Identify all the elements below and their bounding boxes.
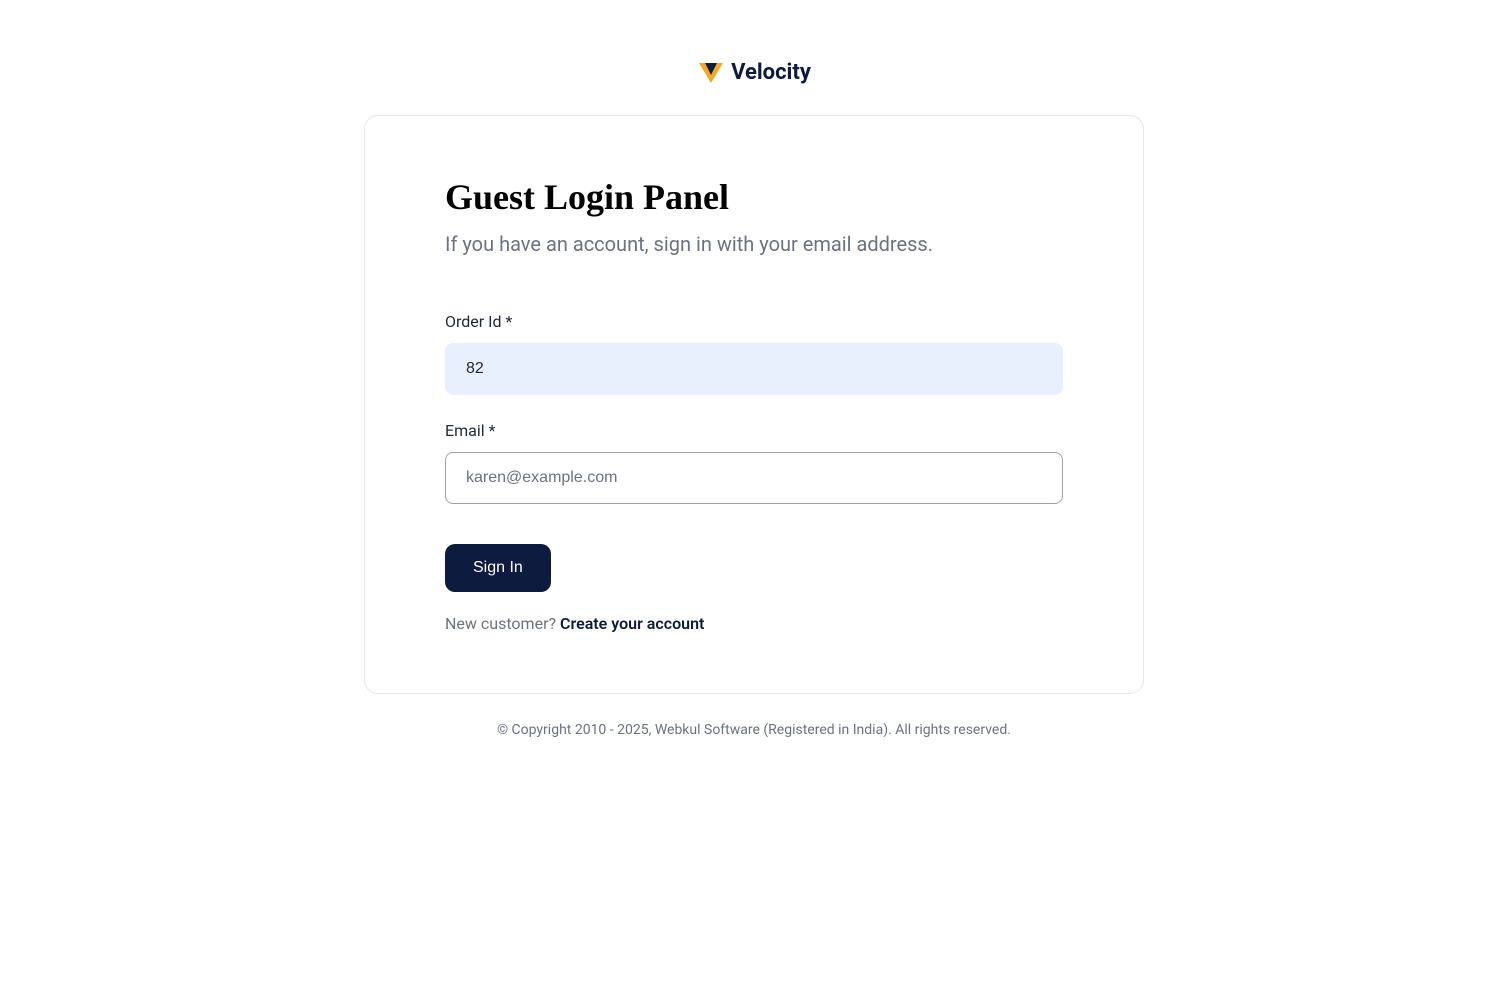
email-label: Email *: [445, 421, 1063, 440]
velocity-logo-icon: [697, 61, 725, 85]
order-id-label: Order Id *: [445, 312, 1063, 331]
page-subtitle: If you have an account, sign in with you…: [445, 232, 1063, 256]
sign-in-button[interactable]: Sign In: [445, 544, 551, 592]
order-id-input[interactable]: [445, 343, 1063, 395]
login-card: Guest Login Panel If you have an account…: [364, 115, 1144, 694]
brand-name: Velocity: [731, 60, 811, 85]
order-id-group: Order Id *: [445, 312, 1063, 395]
page-container: Velocity Guest Login Panel If you have a…: [364, 0, 1144, 738]
page-title: Guest Login Panel: [445, 176, 1063, 218]
email-group: Email *: [445, 421, 1063, 504]
create-account-link[interactable]: Create your account: [560, 614, 704, 633]
logo-wrapper: Velocity: [364, 60, 1144, 85]
copyright-footer: © Copyright 2010 - 2025, Webkul Software…: [364, 722, 1144, 738]
email-input[interactable]: [445, 452, 1063, 504]
new-customer-text: New customer?: [445, 614, 560, 633]
new-customer-line: New customer? Create your account: [445, 614, 1063, 633]
brand-logo[interactable]: Velocity: [697, 60, 811, 85]
